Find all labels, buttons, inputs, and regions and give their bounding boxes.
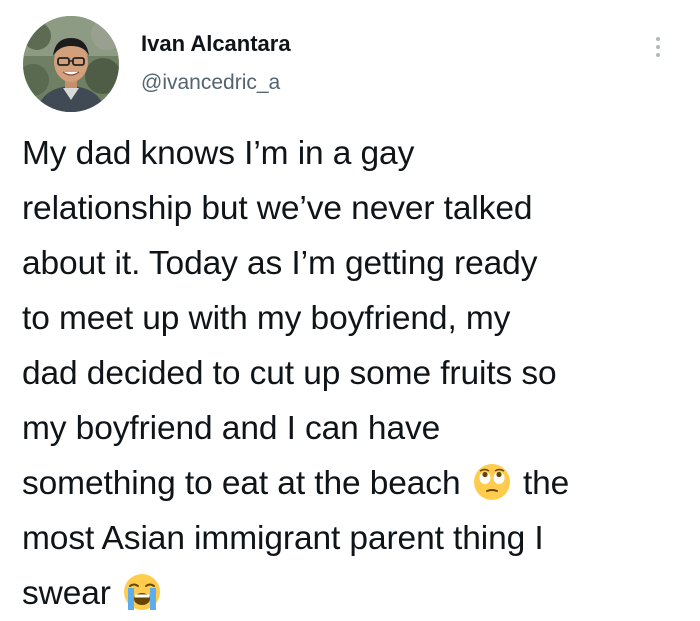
tweet-line-with-emoji: something to eat at the beach the (22, 456, 690, 511)
tweet-line: my boyfriend and I can have (22, 410, 441, 447)
tweet-line: about it. Today as I’m getting ready (22, 245, 538, 282)
profile-photo-icon (23, 16, 119, 112)
more-options-icon[interactable] (646, 32, 670, 62)
tweet-line: most Asian immigrant parent thing I (22, 520, 544, 557)
tweet-card: Ivan Alcantara @ivancedric_a My dad know… (0, 0, 700, 612)
tweet-text-segment: something to eat at the beach (22, 465, 461, 502)
loudly-crying-face-emoji-icon (124, 574, 161, 610)
dot (656, 53, 660, 57)
tweet-line: dad decided to cut up some fruits so (22, 355, 557, 392)
display-name[interactable]: Ivan Alcantara (141, 30, 291, 58)
tweet-text: My dad knows I’m in a gay relationship b… (22, 126, 690, 621)
user-block: Ivan Alcantara @ivancedric_a (141, 30, 291, 96)
dot (656, 37, 660, 41)
user-handle[interactable]: @ivancedric_a (141, 70, 291, 96)
tweet-line: My dad knows I’m in a gay (22, 135, 415, 172)
dot (656, 45, 660, 49)
tweet-line-with-emoji: swear (22, 566, 690, 621)
tweet-text-segment: swear (22, 575, 111, 612)
tweet-line: relationship but we’ve never talked (22, 190, 533, 227)
tweet-text-segment: the (522, 465, 570, 502)
tweet-line: to meet up with my boyfriend, my (22, 300, 511, 337)
face-with-rolling-eyes-emoji-icon (473, 464, 510, 500)
avatar[interactable] (23, 16, 119, 112)
